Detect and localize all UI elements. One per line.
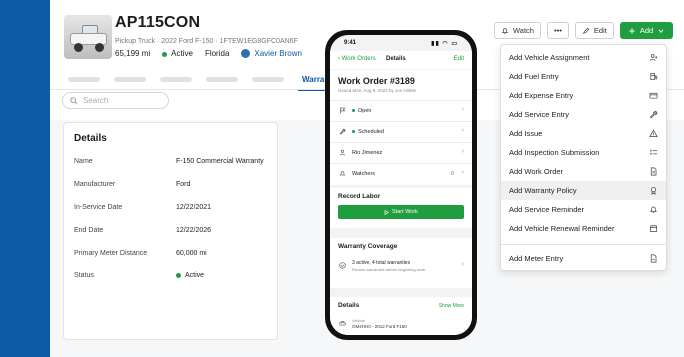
header-actions: Watch ••• Edit Add <box>494 22 674 39</box>
chevron-right-icon: › <box>461 169 464 176</box>
more-button[interactable]: ••• <box>546 22 569 39</box>
chevron-right-icon: › <box>461 106 464 113</box>
vehicle-location: Florida <box>204 49 230 59</box>
warning-triangle-icon <box>649 129 658 138</box>
fuel-pump-icon <box>650 72 658 81</box>
brand-sidebar <box>0 0 50 357</box>
status-dot-icon <box>162 51 168 57</box>
vehicle-name: AP115CON <box>115 14 201 31</box>
detail-row: Name F-150 Commercial Warranty <box>74 158 264 165</box>
menu-item-add-meter-entry[interactable]: Add Meter Entry <box>501 249 666 268</box>
watch-button[interactable]: Watch <box>494 22 541 39</box>
checklist-icon <box>649 149 658 155</box>
tab-bar: Warranties <box>68 68 348 91</box>
phone-edit-button[interactable]: Edit <box>454 56 464 62</box>
credit-card-icon <box>649 92 658 99</box>
warranty-coverage-section[interactable]: Warranty Coverage 3 active, 4 total warr… <box>330 238 472 288</box>
phone-status-bar: 9:41 ▮▮ ◠ ▭ <box>344 40 458 47</box>
phone-nav-title: Details <box>386 56 406 62</box>
person-add-icon <box>649 54 658 61</box>
plus-icon <box>629 27 635 34</box>
phone-screen: 9:41 ▮▮ ◠ ▭ ‹ Work Orders Details Edit W… <box>330 35 472 335</box>
tab-placeholder[interactable] <box>114 76 146 82</box>
show-more-link[interactable]: Show More <box>439 303 464 309</box>
document-icon <box>650 167 657 176</box>
detail-row: End Date 12/22/2026 <box>74 227 212 234</box>
work-order-card: Work Order #3189 Issued Mon, Aug 9, 2023… <box>330 70 472 185</box>
menu-item-add-warranty-policy[interactable]: Add Warranty Policy <box>501 181 666 200</box>
tab-placeholder[interactable] <box>68 76 100 82</box>
start-work-button[interactable]: Start Work <box>338 205 464 219</box>
owner-link[interactable]: Xavier Brown <box>241 49 302 59</box>
status-dot-icon <box>352 109 355 113</box>
vehicle-photo <box>64 15 112 59</box>
car-icon <box>339 321 346 326</box>
search-input[interactable] <box>83 96 163 105</box>
main-content: AP115CON Pickup Truck · 2022 Ford F-150 … <box>50 0 684 357</box>
chevron-right-icon: › <box>461 261 464 268</box>
record-labor-section: Record Labor Start Work <box>330 188 472 228</box>
menu-item-add-issue[interactable]: Add Issue <box>501 124 666 143</box>
menu-item-add-vehicle-renewal-reminder[interactable]: Add Vehicle Renewal Reminder <box>501 219 666 238</box>
gauge-icon <box>650 254 657 263</box>
detail-row: Manufacturer Ford <box>74 181 191 188</box>
vehicle-subtitle: Pickup Truck · 2022 Ford F-150 · 1FTEW1E… <box>115 38 298 45</box>
status-dot-icon <box>352 130 355 134</box>
menu-item-add-inspection-submission[interactable]: Add Inspection Submission <box>501 143 666 162</box>
add-button[interactable]: Add <box>619 22 674 39</box>
menu-item-add-service-reminder[interactable]: Add Service Reminder <box>501 200 666 219</box>
play-icon <box>384 209 389 215</box>
tab-placeholder[interactable] <box>252 76 284 82</box>
work-order-title: Work Order #3189 <box>338 76 415 86</box>
avatar <box>241 49 251 59</box>
flag-icon <box>340 107 346 114</box>
menu-item-add-vehicle-assignment[interactable]: Add Vehicle Assignment <box>501 48 666 67</box>
phone-navbar: ‹ Work Orders Details Edit <box>330 51 472 69</box>
wo-row-watchers[interactable]: Watchers 0 › <box>330 163 472 183</box>
back-button[interactable]: ‹ Work Orders <box>338 56 376 62</box>
vehicle-meter: 65,199 mi <box>115 49 151 59</box>
calendar-icon <box>649 225 658 233</box>
search-box <box>62 92 169 109</box>
menu-item-add-fuel-entry[interactable]: Add Fuel Entry <box>501 67 666 86</box>
search-icon <box>70 96 78 105</box>
status-badge: Active <box>162 49 193 58</box>
vehicle-meta: 65,199 mi Active Florida Xavier Brown <box>115 49 302 59</box>
person-icon <box>339 149 346 156</box>
app-window: AP115CON Pickup Truck · 2022 Ford F-150 … <box>0 0 684 357</box>
pencil-icon <box>582 27 590 34</box>
wo-row-assignee[interactable]: Rio Jimenez › <box>330 142 472 162</box>
add-menu: Add Vehicle Assignment Add Fuel Entry Ad… <box>500 44 667 271</box>
details-card: Details Name F-150 Commercial Warranty Ma… <box>63 122 278 340</box>
check-circle-icon <box>339 262 346 269</box>
detail-row: Primary Meter Distance 60,000 mi <box>74 250 207 257</box>
wrench-icon <box>339 128 346 135</box>
bell-icon <box>650 206 657 214</box>
signal-wifi-battery-icon: ▮▮ ◠ ▭ <box>431 41 458 47</box>
chevron-right-icon: › <box>461 127 464 134</box>
details-heading: Details <box>74 133 107 144</box>
menu-item-add-service-entry[interactable]: Add Service Entry <box>501 105 666 124</box>
phone-mockup: 9:41 ▮▮ ◠ ▭ ‹ Work Orders Details Edit W… <box>325 30 477 340</box>
phone-details-section: Details Show More Vehicle OM4HH0 - 2012 … <box>330 297 472 335</box>
wrench-icon <box>649 111 658 119</box>
bell-icon <box>339 171 346 176</box>
chevron-right-icon: › <box>461 148 464 155</box>
bell-icon <box>501 27 509 34</box>
detail-row: In-Service Date 12/22/2021 <box>74 204 212 211</box>
status-dot-icon <box>176 272 181 278</box>
wo-row-schedule[interactable]: Scheduled › <box>330 121 472 141</box>
ribbon-icon <box>650 186 657 195</box>
tab-placeholder[interactable] <box>206 76 238 82</box>
menu-item-add-work-order[interactable]: Add Work Order <box>501 162 666 181</box>
tab-placeholder[interactable] <box>160 76 192 82</box>
menu-divider <box>501 244 666 245</box>
menu-item-add-expense-entry[interactable]: Add Expense Entry <box>501 86 666 105</box>
work-order-issued: Issued Mon, Aug 9, 2023 by Jon Hinkle <box>338 88 417 93</box>
edit-button[interactable]: Edit <box>574 22 614 39</box>
wo-row-status[interactable]: Open › <box>330 100 472 120</box>
detail-row: Status Active <box>74 272 205 279</box>
chevron-down-icon <box>658 28 664 33</box>
